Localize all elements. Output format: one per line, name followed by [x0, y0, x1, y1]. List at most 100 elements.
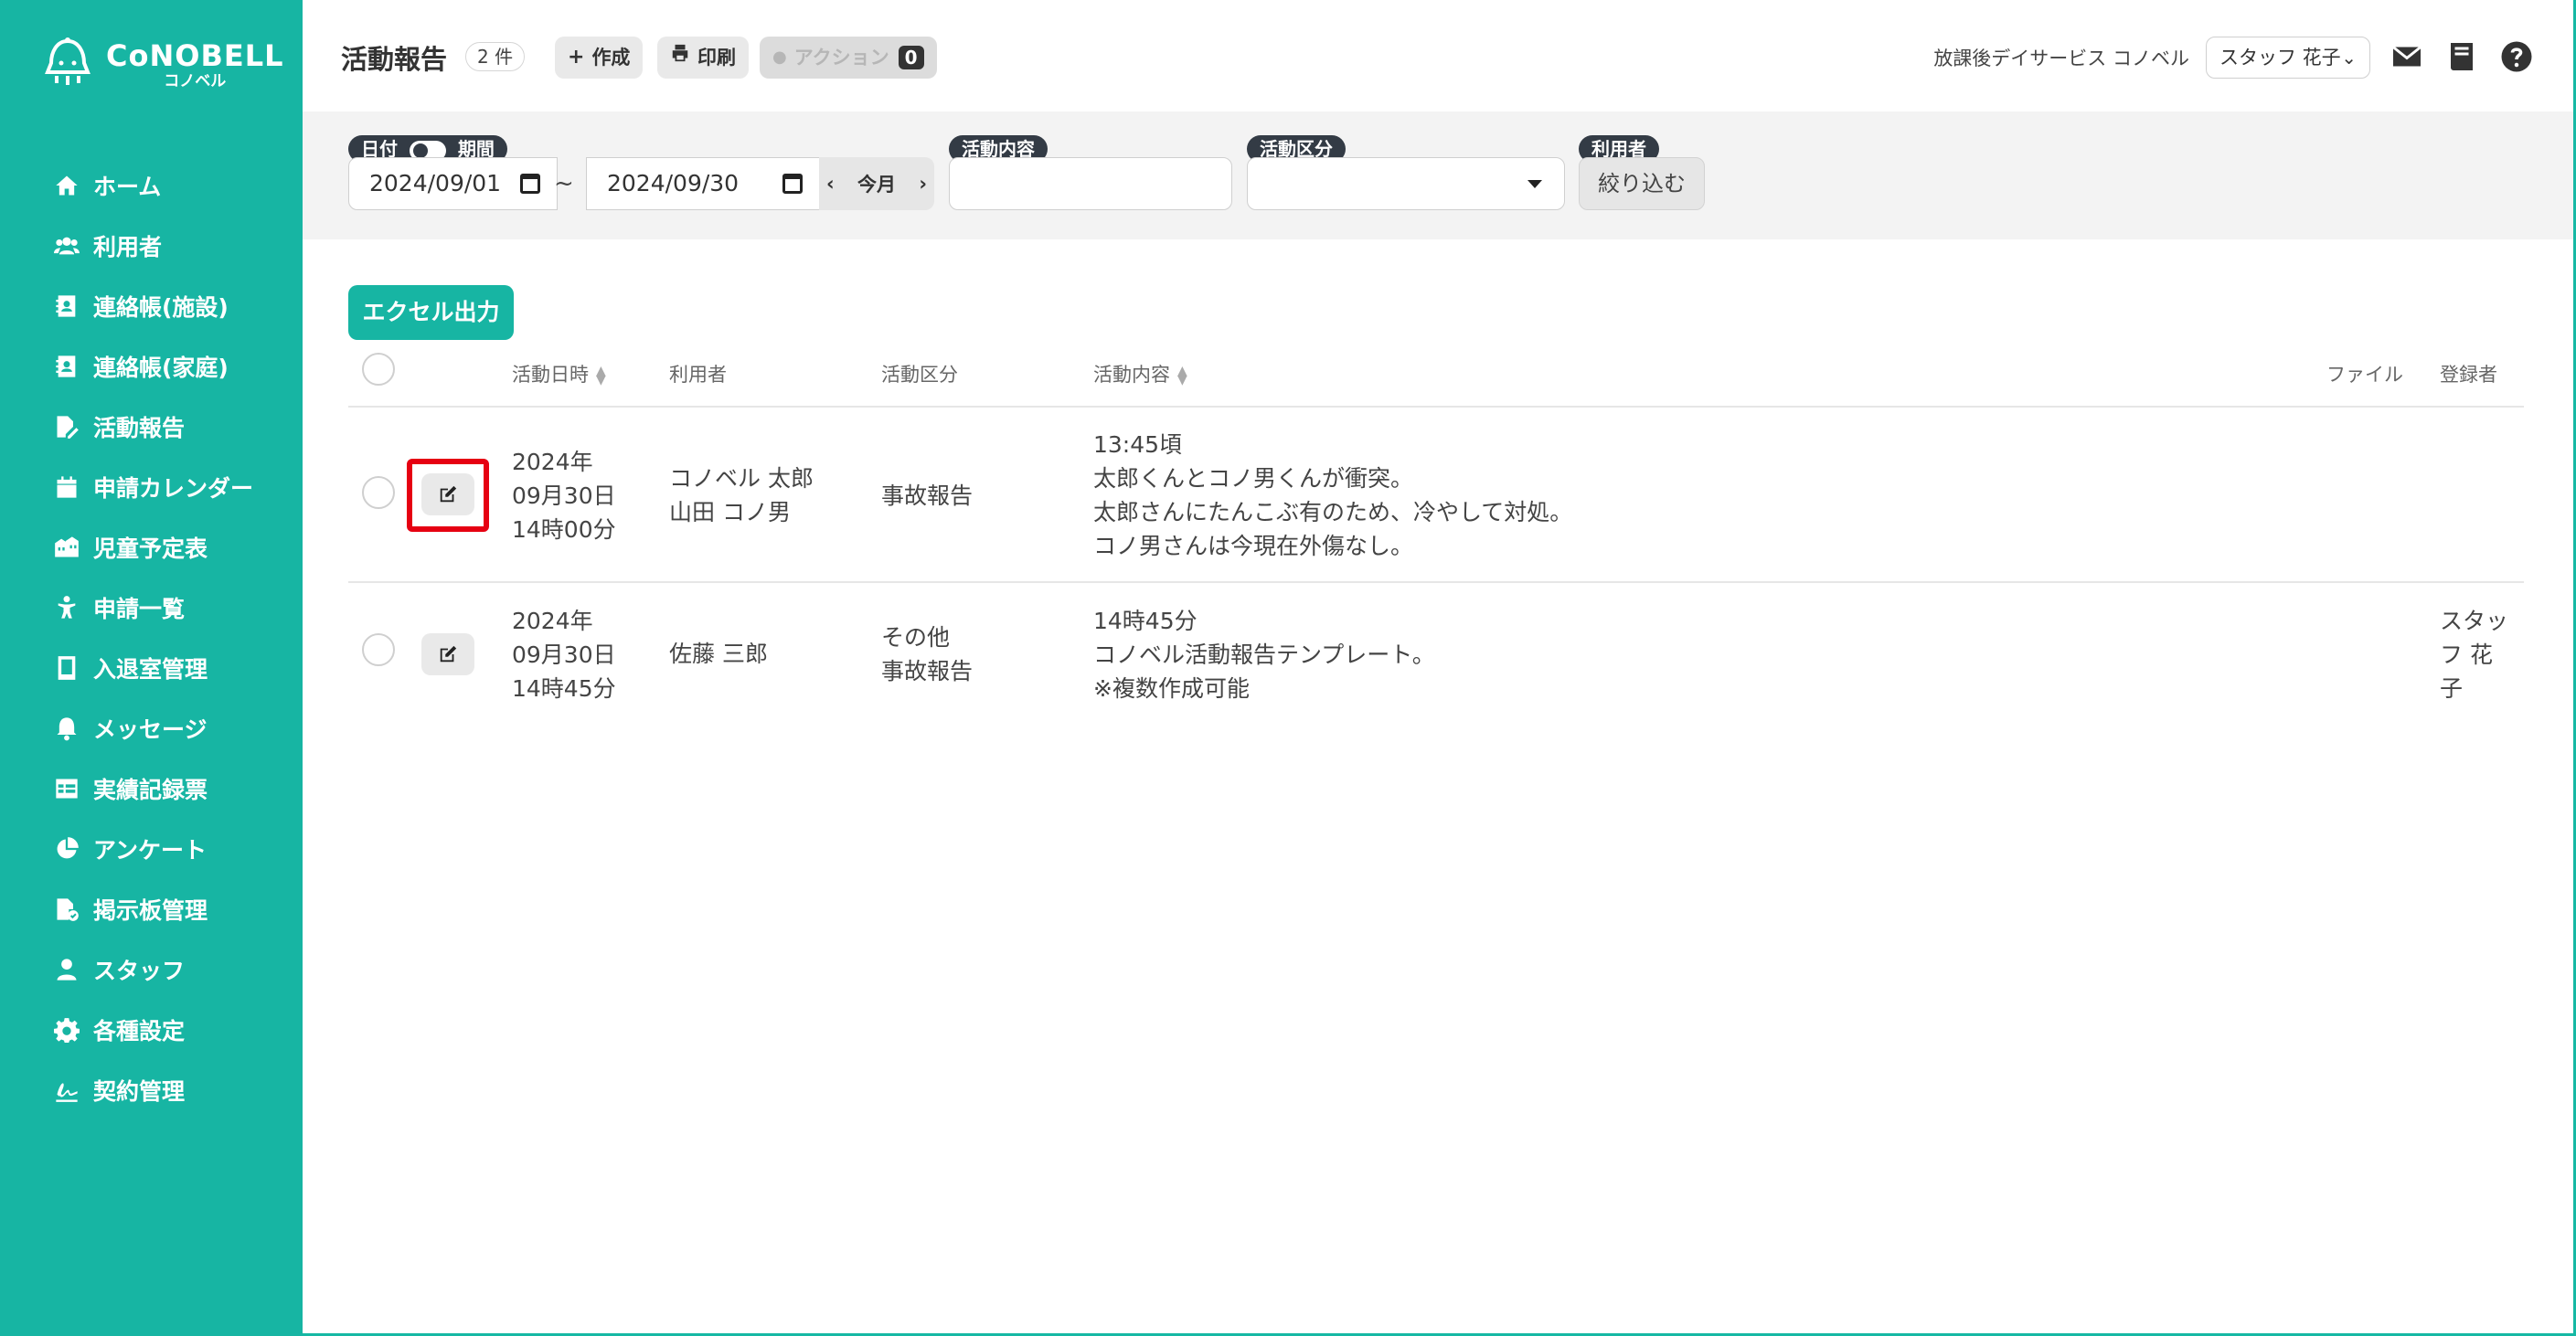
- category-name: 事故報告: [881, 658, 974, 684]
- registrant-line: スタッ: [2440, 608, 2509, 634]
- sidebar-item-contact-home[interactable]: 連絡帳(家庭): [53, 336, 253, 397]
- help-icon[interactable]: [2498, 38, 2535, 75]
- row-content: 14時45分 コノベル活動報告テンプレート。 ※複数作成可能: [1093, 604, 1435, 705]
- header-divider: [348, 406, 2524, 408]
- column-header-datetime[interactable]: 活動日時 ▲ ▼: [512, 360, 606, 387]
- file-edit-icon: [53, 413, 80, 440]
- user-name: コノベル 太郎: [669, 465, 814, 492]
- contact-book-icon: [53, 353, 80, 380]
- bell-mascot-icon: [38, 36, 97, 94]
- schedule-icon: [53, 534, 80, 561]
- content-filter-input[interactable]: [949, 157, 1232, 210]
- page-title: 活動報告: [341, 44, 448, 75]
- user-name: 山田 コノ男: [669, 499, 791, 525]
- sidebar-item-contract[interactable]: 契約管理: [53, 1060, 253, 1120]
- sidebar-nav: ホーム 利用者 連絡帳(施設) 連絡帳(家庭) 活動報告 申請カレンダー 児童予…: [53, 155, 253, 1120]
- select-all-checkbox[interactable]: [362, 353, 395, 386]
- column-label: 活動日時: [512, 364, 589, 386]
- row-content: 13:45頃 太郎くんとコノ男くんが衝突。 太郎さんにたんこぶ有のため、冷やして…: [1093, 428, 1572, 563]
- sidebar-item-performance-record[interactable]: 実績記録票: [53, 758, 253, 819]
- sidebar-item-survey[interactable]: アンケート: [53, 819, 253, 879]
- row-datetime: 2024年 09月30日 14時00分: [512, 445, 616, 546]
- narrow-down-button[interactable]: 絞り込む: [1579, 157, 1705, 210]
- sidebar-item-label: 児童予定表: [93, 535, 208, 562]
- category-select[interactable]: [1247, 157, 1565, 210]
- create-button[interactable]: + 作成: [555, 37, 644, 79]
- sidebar-item-home[interactable]: ホーム: [53, 155, 253, 216]
- action-button[interactable]: ● アクション 0: [760, 37, 937, 79]
- chevron-left-icon[interactable]: ‹: [826, 173, 835, 195]
- sidebar-item-bulletin-board[interactable]: 掲示板管理: [53, 879, 253, 939]
- datetime-date: 09月30日: [512, 641, 616, 668]
- row-checkbox[interactable]: [362, 633, 395, 666]
- child-icon: [53, 594, 80, 621]
- column-header-category: 活動区分: [881, 364, 958, 386]
- mail-icon[interactable]: [2389, 38, 2425, 75]
- row-users: 佐藤 三郎: [669, 637, 768, 671]
- table-icon: [53, 775, 80, 802]
- datetime-time: 14時00分: [512, 516, 616, 543]
- excel-export-button[interactable]: エクセル出力: [348, 285, 514, 340]
- date-to-value: 2024/09/30: [607, 170, 740, 196]
- caret-down-icon: [1528, 180, 1542, 188]
- sidebar-item-activity-report[interactable]: 活動報告: [53, 397, 253, 457]
- sidebar-item-label: 掲示板管理: [93, 897, 208, 924]
- sidebar-item-contact-facility[interactable]: 連絡帳(施設): [53, 276, 253, 336]
- column-header-file: ファイル: [2326, 364, 2403, 386]
- sidebar-item-entry-exit[interactable]: 入退室管理: [53, 638, 253, 698]
- sidebar-item-label: 連絡帳(施設): [93, 294, 229, 321]
- column-header-content[interactable]: 活動内容 ▲ ▼: [1093, 360, 1187, 387]
- date-to-input[interactable]: 2024/09/30: [586, 157, 820, 210]
- app-logo[interactable]: CoNOBELL コノベル: [38, 33, 282, 97]
- print-button[interactable]: 印刷: [657, 37, 749, 79]
- column-header-user: 利用者: [669, 364, 727, 386]
- edit-button[interactable]: [421, 633, 474, 675]
- sidebar-item-label: 連絡帳(家庭): [93, 355, 229, 381]
- users-icon: [53, 232, 80, 260]
- sidebar-item-label: 契約管理: [93, 1078, 186, 1105]
- action-count-badge: 0: [898, 46, 924, 69]
- row-divider: [348, 581, 2524, 583]
- sidebar-item-settings[interactable]: 各種設定: [53, 1000, 253, 1060]
- date-from-value: 2024/09/01: [369, 170, 502, 196]
- sidebar-item-child-schedule[interactable]: 児童予定表: [53, 517, 253, 578]
- row-category: その他 事故報告: [881, 620, 973, 688]
- sidebar-item-label: アンケート: [93, 837, 208, 864]
- chevron-down-icon: ⌄: [2341, 47, 2357, 69]
- sidebar-item-users[interactable]: 利用者: [53, 216, 253, 276]
- sidebar-item-label: 申請一覧: [93, 596, 186, 622]
- this-month-button[interactable]: 今月: [857, 170, 896, 197]
- action-label: アクション: [793, 47, 889, 69]
- datetime-year: 2024年: [512, 449, 593, 475]
- date-from-input[interactable]: 2024/09/01: [348, 157, 558, 210]
- sidebar-item-staff[interactable]: スタッフ: [53, 939, 253, 1000]
- sidebar-item-application-list[interactable]: 申請一覧: [53, 578, 253, 638]
- plus-icon: +: [568, 46, 585, 69]
- sidebar-item-messages[interactable]: メッセージ: [53, 698, 253, 758]
- datetime-time: 14時45分: [512, 675, 616, 702]
- manual-book-icon[interactable]: [2443, 38, 2480, 75]
- contact-book-icon: [53, 292, 80, 320]
- sidebar-item-label: 申請カレンダー: [93, 475, 254, 502]
- print-label: 印刷: [697, 47, 736, 69]
- staff-select[interactable]: スタッフ 花子 ⌄: [2206, 37, 2370, 79]
- bell-icon: [53, 715, 80, 742]
- sidebar-item-label: ホーム: [93, 174, 162, 200]
- registrant-line: 子: [2440, 675, 2464, 702]
- row-checkbox[interactable]: [362, 476, 395, 509]
- row-registrant: スタッ フ 花 子: [2440, 604, 2508, 705]
- month-navigator: ‹ 今月 ›: [819, 157, 934, 210]
- home-icon: [53, 172, 80, 199]
- sidebar-item-label: 活動報告: [93, 415, 186, 441]
- signature-icon: [53, 1076, 80, 1104]
- category-name: 事故報告: [881, 482, 974, 509]
- calendar-icon[interactable]: [520, 174, 540, 194]
- row-category: 事故報告: [881, 479, 973, 513]
- sidebar-item-application-calendar[interactable]: 申請カレンダー: [53, 457, 253, 517]
- page-header: 活動報告 2 件 + 作成 印刷 ● アクション 0 放課後デイサービス コノベ…: [303, 0, 2573, 111]
- category-name: その他: [881, 624, 951, 651]
- calendar-icon[interactable]: [782, 174, 803, 194]
- row-datetime: 2024年 09月30日 14時45分: [512, 604, 616, 705]
- fire-icon: ●: [772, 48, 787, 67]
- chevron-right-icon[interactable]: ›: [919, 173, 927, 195]
